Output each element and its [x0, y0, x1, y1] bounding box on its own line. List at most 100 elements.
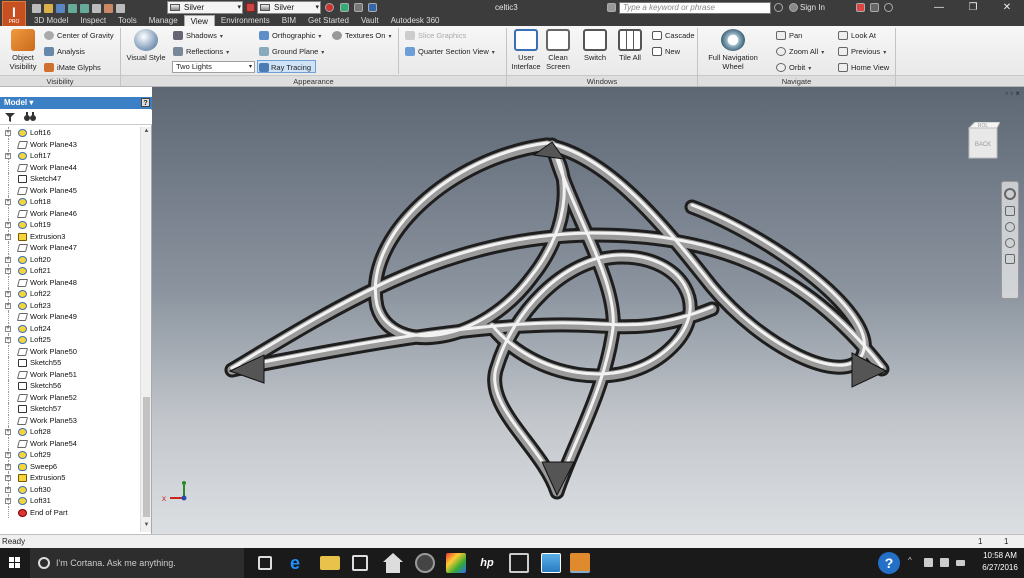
home-view-button[interactable]: Home View — [838, 61, 889, 74]
expand-toggle[interactable]: + — [5, 452, 11, 458]
celtic-knot-model[interactable] — [152, 87, 1024, 534]
edge-icon[interactable]: e — [290, 553, 310, 573]
new-file-icon[interactable] — [32, 3, 41, 13]
tab-environments[interactable]: Environments — [215, 15, 276, 26]
paint-icon[interactable] — [446, 553, 466, 573]
help-tray-icon[interactable]: ? — [878, 552, 900, 574]
expand-toggle[interactable]: + — [5, 486, 11, 493]
clear-appearance-icon[interactable] — [325, 3, 334, 12]
tree-item[interactable]: Work Plane49 — [0, 311, 140, 323]
tree-item[interactable]: + Loft28 — [0, 426, 140, 438]
tree-item[interactable]: + Sweep6 — [0, 460, 140, 472]
fx-icon[interactable] — [354, 3, 363, 12]
open-icon[interactable] — [44, 3, 53, 13]
center-of-gravity-button[interactable]: Center of Gravity — [44, 29, 114, 42]
analysis-button[interactable]: Analysis — [44, 45, 85, 58]
sign-in-button[interactable]: Sign In — [800, 3, 825, 12]
steering-wheel-icon[interactable] — [1004, 188, 1016, 200]
tree-item[interactable]: + Extrusion3 — [0, 230, 140, 242]
switch-button[interactable]: Switch — [580, 29, 610, 62]
tree-item[interactable]: Sketch47 — [0, 173, 140, 185]
clean-screen-button[interactable]: Clean Screen — [543, 29, 573, 71]
pan-icon[interactable] — [1005, 206, 1015, 216]
user-interface-button[interactable]: User Interface — [509, 29, 543, 71]
material-combo[interactable]: Silver ▾ — [167, 1, 243, 14]
tree-item[interactable]: + Extrusion5 — [0, 472, 140, 484]
binoculars-icon[interactable] — [607, 3, 616, 12]
hp-icon[interactable]: hp — [477, 553, 497, 573]
tab-inspect[interactable]: Inspect — [74, 15, 112, 26]
tree-scrollbar[interactable]: ▲ ▼ — [140, 127, 151, 532]
browser-header[interactable]: Model ▾? — [0, 97, 152, 109]
expand-toggle[interactable]: + — [5, 498, 11, 504]
tree-item[interactable]: + Loft25 — [0, 334, 140, 346]
filter-icon[interactable] — [5, 112, 15, 122]
task-view-icon[interactable] — [258, 556, 272, 570]
tree-item[interactable]: Work Plane52 — [0, 391, 140, 403]
select-icon[interactable] — [116, 3, 125, 13]
visual-style-button[interactable]: Visual Style — [124, 29, 168, 62]
ray-tracing-toggle[interactable]: Ray Tracing — [257, 60, 317, 73]
photos-icon[interactable] — [541, 553, 561, 573]
tree-item[interactable]: Work Plane45 — [0, 184, 140, 196]
tree-item[interactable]: + Loft29 — [0, 449, 140, 461]
ground-plane-button[interactable]: Ground Plane ▾ — [259, 45, 324, 58]
tab-get-started[interactable]: Get Started — [302, 15, 355, 26]
shadows-button[interactable]: Shadows ▾ — [173, 29, 223, 42]
exchange-icon[interactable] — [856, 3, 865, 12]
scroll-up-arrow[interactable]: ▲ — [142, 128, 151, 137]
tab-autodesk-360[interactable]: Autodesk 360 — [385, 15, 446, 26]
textures-on-button[interactable]: Textures On ▾ — [332, 29, 391, 42]
appearance-override-icon[interactable] — [246, 3, 255, 12]
appearance-combo[interactable]: Silver ▾ — [257, 1, 321, 14]
look-at-button[interactable]: Look At — [838, 29, 876, 42]
tree-item[interactable]: + Loft19 — [0, 219, 140, 231]
orbit-button[interactable]: Orbit ▾ — [776, 61, 811, 74]
a360-icon[interactable] — [870, 3, 879, 12]
windows-start-icon[interactable] — [0, 548, 30, 578]
scroll-down-arrow[interactable]: ▼ — [142, 522, 151, 531]
tree-item[interactable]: + Loft30 — [0, 483, 140, 495]
tree-item[interactable]: End of Part — [0, 506, 140, 518]
expand-toggle[interactable]: + — [5, 222, 11, 228]
expand-toggle[interactable]: + — [5, 256, 11, 263]
imate-glyphs-button[interactable]: iMate Glyphs — [44, 61, 101, 74]
inventor-taskbar-icon[interactable] — [570, 553, 590, 573]
redo-icon[interactable] — [80, 3, 89, 13]
look-at-icon[interactable] — [1005, 254, 1015, 264]
tree-item[interactable]: + Loft22 — [0, 288, 140, 300]
tab-bim[interactable]: BIM — [276, 15, 302, 26]
expand-toggle[interactable]: + — [5, 153, 11, 159]
quarter-section-view-button[interactable]: Quarter Section View ▾ — [405, 45, 495, 58]
browser-help-icon[interactable]: ? — [141, 98, 150, 107]
tree-item[interactable]: + Loft24 — [0, 322, 140, 334]
tab-vault[interactable]: Vault — [355, 15, 385, 26]
tree-item[interactable]: + Loft23 — [0, 299, 140, 311]
update-icon[interactable] — [104, 3, 113, 13]
person-icon[interactable] — [789, 3, 798, 12]
close-button[interactable]: ✕ — [990, 0, 1024, 15]
tree-item[interactable]: + Loft31 — [0, 495, 140, 507]
tree-item[interactable]: Sketch57 — [0, 403, 140, 415]
expand-toggle[interactable]: + — [5, 130, 11, 136]
store-icon[interactable] — [352, 555, 368, 571]
help-search-input[interactable]: Type a keyword or phrase — [619, 2, 771, 14]
minimize-button[interactable]: — — [922, 0, 956, 15]
application-menu-button[interactable]: I PRO — [2, 1, 26, 27]
zoom-icon[interactable] — [1005, 222, 1015, 232]
tree-item[interactable]: Work Plane51 — [0, 368, 140, 380]
zoom-all-button[interactable]: Zoom All ▾ — [776, 45, 824, 58]
tree-item[interactable]: + Loft16 — [0, 127, 140, 139]
app-icon[interactable] — [509, 553, 529, 573]
tab-tools[interactable]: Tools — [112, 15, 143, 26]
tree-item[interactable]: + Loft17 — [0, 150, 140, 162]
viewcube[interactable]: ROL BACK — [966, 121, 1001, 162]
orthographic-button[interactable]: Orthographic ▾ — [259, 29, 321, 42]
expand-toggle[interactable]: + — [5, 325, 11, 332]
media-player-icon[interactable] — [415, 553, 435, 573]
help-icon[interactable] — [884, 3, 893, 12]
show-hidden-icons[interactable]: ^ — [908, 556, 917, 565]
expand-toggle[interactable]: + — [5, 463, 11, 470]
tab-view[interactable]: View — [183, 15, 215, 26]
expand-toggle[interactable]: + — [5, 302, 11, 309]
